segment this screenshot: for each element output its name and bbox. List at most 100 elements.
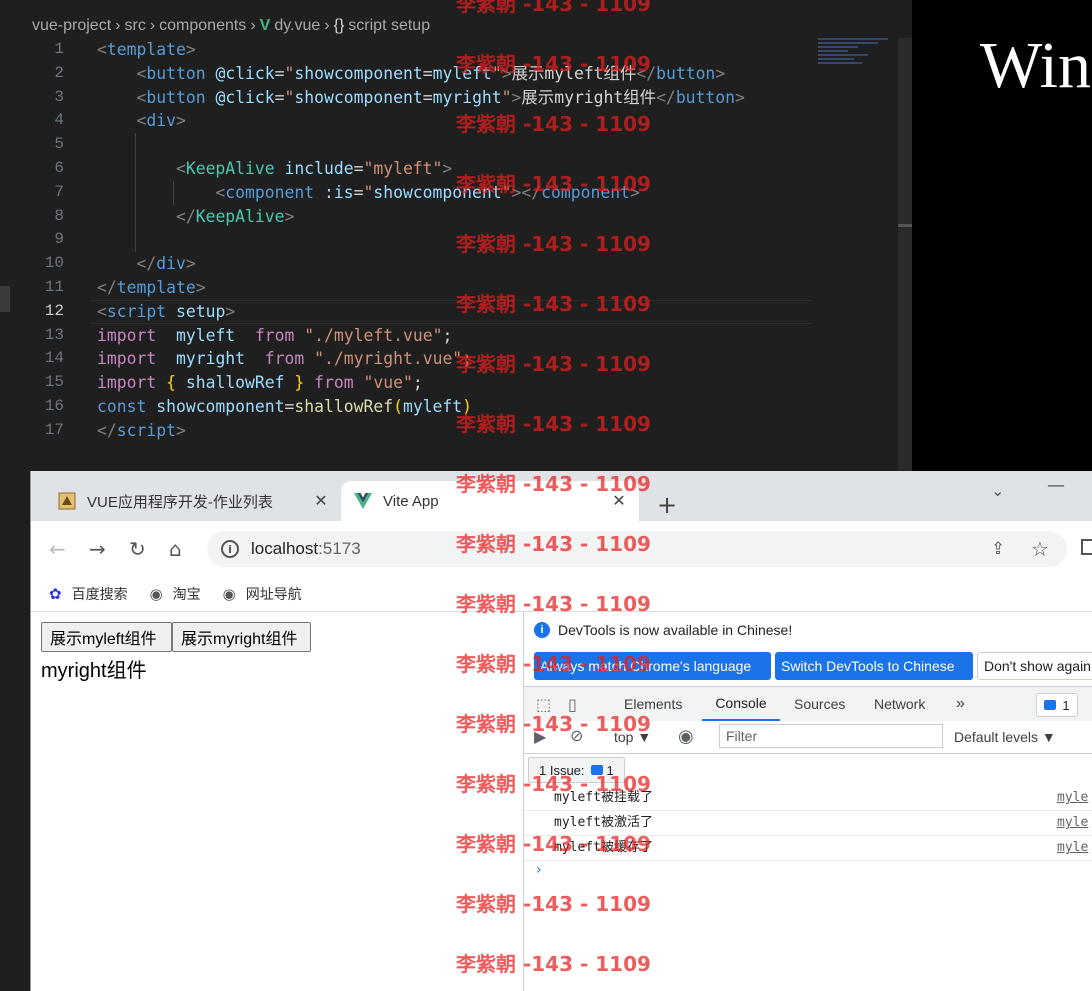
- site-info-icon[interactable]: i: [221, 540, 239, 558]
- context-selector[interactable]: top ▼: [614, 729, 651, 745]
- tab-sources[interactable]: Sources: [794, 687, 845, 721]
- switch-to-chinese-button[interactable]: Switch DevTools to Chinese: [775, 652, 973, 680]
- code-line[interactable]: 1 <template>: [0, 38, 900, 62]
- live-expression-eye-icon[interactable]: ◉: [678, 726, 694, 747]
- code-line[interactable]: 10 </div>: [0, 252, 900, 276]
- code-line[interactable]: 14 import myright from "./myright.vue";: [0, 347, 900, 371]
- code-token: component: [541, 182, 630, 202]
- source-link[interactable]: myle: [1057, 811, 1088, 835]
- code-token: >: [195, 277, 206, 297]
- code-line[interactable]: 4 <div>: [0, 109, 900, 133]
- close-tab-icon[interactable]: ✕: [309, 491, 333, 511]
- code-token: >: [284, 206, 295, 226]
- issues-counter[interactable]: 1 Issue: 1: [528, 757, 625, 783]
- line-number: 14: [44, 349, 64, 368]
- code-token: {: [166, 373, 176, 393]
- clear-console-icon[interactable]: ⊘: [570, 726, 583, 745]
- issues-badge[interactable]: 1: [1036, 693, 1078, 717]
- code-token: </: [97, 420, 117, 440]
- log-levels-dropdown[interactable]: Default levels ▼: [954, 729, 1056, 745]
- bookmark-star-icon[interactable]: ☆: [1031, 537, 1049, 561]
- more-tabs-icon[interactable]: »: [956, 687, 965, 721]
- back-arrow-icon[interactable]: ←: [49, 537, 66, 561]
- new-tab-button[interactable]: +: [657, 491, 677, 519]
- reload-icon[interactable]: ↻: [129, 537, 146, 561]
- line-number: 5: [54, 135, 64, 154]
- code-token: ;: [442, 325, 453, 345]
- line-text: </script>: [97, 419, 186, 443]
- code-token: from: [314, 373, 354, 393]
- tab-search-chevron-icon[interactable]: ⌄: [991, 481, 1004, 500]
- sidebar-toggle-icon[interactable]: ▶: [534, 727, 546, 746]
- breadcrumb-symbol[interactable]: {} script setup: [334, 17, 431, 35]
- code-editor[interactable]: vue-project › src › components › Vdy.vue…: [0, 0, 912, 471]
- breadcrumb-file[interactable]: Vdy.vue: [260, 17, 321, 35]
- source-link[interactable]: myle: [1057, 786, 1088, 810]
- tab-vite-app[interactable]: Vite App ✕: [341, 481, 639, 521]
- code-line[interactable]: 15 import { shallowRef } from "vue";: [0, 371, 900, 395]
- console-filter-input[interactable]: Filter: [719, 724, 943, 748]
- code-line[interactable]: 13 import myleft from "./myleft.vue";: [0, 324, 900, 348]
- dont-show-again-button[interactable]: Don't show again: [977, 652, 1092, 680]
- code-token: ": [501, 87, 512, 107]
- line-text: const showcomponent=shallowRef(myleft): [97, 395, 472, 419]
- tab-elements[interactable]: Elements: [624, 687, 682, 721]
- close-tab-icon[interactable]: ✕: [607, 491, 631, 511]
- line-number: 8: [54, 206, 64, 225]
- code-token: <: [97, 40, 107, 59]
- line-number: 6: [54, 158, 64, 177]
- console-message: myleft被缓存了 myle: [524, 836, 1092, 861]
- tab-console[interactable]: Console: [702, 687, 780, 721]
- bookmark-nav[interactable]: ◉ 网址导航: [223, 584, 302, 604]
- code-token: include: [284, 158, 354, 178]
- line-text: </div>: [97, 252, 195, 276]
- minimize-icon[interactable]: —: [1047, 475, 1065, 496]
- code-token: <: [175, 158, 186, 178]
- code-token: >: [175, 420, 186, 440]
- code-token: <: [97, 301, 107, 321]
- minimap[interactable]: [818, 38, 898, 78]
- device-toolbar-icon[interactable]: ▯: [568, 695, 577, 714]
- forward-arrow-icon[interactable]: →: [89, 537, 106, 561]
- always-match-language-button[interactable]: Always match Chrome's language: [534, 652, 771, 680]
- bookmark-baidu[interactable]: ✿ 百度搜索: [49, 584, 128, 604]
- tab-assignments[interactable]: VUE应用程序开发-作业列表 ✕: [45, 481, 341, 521]
- editor-scrollbar[interactable]: [898, 38, 912, 471]
- side-panel-icon[interactable]: [1081, 539, 1092, 555]
- code-line[interactable]: 16 const showcomponent=shallowRef(myleft): [0, 395, 900, 419]
- breadcrumb-components[interactable]: components: [159, 17, 246, 35]
- code-area[interactable]: 1 <template> 2 <button @click="showcompone…: [0, 38, 900, 443]
- gutter-marker: [0, 286, 10, 312]
- code-line[interactable]: 17 </script>: [0, 419, 900, 443]
- show-myright-button[interactable]: 展示myright组件: [172, 622, 311, 652]
- home-icon[interactable]: ⌂: [169, 537, 182, 561]
- line-number: 2: [54, 63, 64, 82]
- indent-guide: [135, 133, 136, 253]
- vue-favicon-icon: [353, 491, 373, 511]
- code-line[interactable]: 3 <button @click="showcomponent=myright"…: [0, 86, 900, 110]
- bookmark-taobao[interactable]: ◉ 淘宝: [150, 584, 201, 604]
- scrollbar-thumb[interactable]: [898, 224, 912, 227]
- source-link[interactable]: myle: [1057, 836, 1088, 860]
- code-token: ;: [462, 349, 473, 369]
- tab-network[interactable]: Network: [874, 687, 925, 721]
- tab-strip: VUE应用程序开发-作业列表 ✕ Vite App ✕ + ⌄ —: [31, 471, 1092, 521]
- breadcrumb-project[interactable]: vue-project: [32, 17, 111, 35]
- code-line[interactable]: 2 <button @click="showcomponent=myleft">…: [0, 62, 900, 86]
- chevron-right-icon: ›: [149, 17, 156, 34]
- inspect-element-icon[interactable]: ⬚: [536, 695, 551, 714]
- console-prompt[interactable]: ›: [536, 862, 542, 878]
- code-line[interactable]: 11 </template>: [0, 276, 900, 300]
- breadcrumb-src[interactable]: src: [124, 17, 145, 35]
- share-icon[interactable]: ⇪: [991, 539, 1005, 559]
- show-myleft-button[interactable]: 展示myleft组件: [41, 622, 172, 652]
- code-token: myleft: [432, 63, 492, 83]
- address-bar[interactable]: i localhost:5173: [207, 531, 1067, 567]
- code-line[interactable]: 12 <script setup>: [0, 299, 900, 324]
- code-token: <: [215, 182, 226, 202]
